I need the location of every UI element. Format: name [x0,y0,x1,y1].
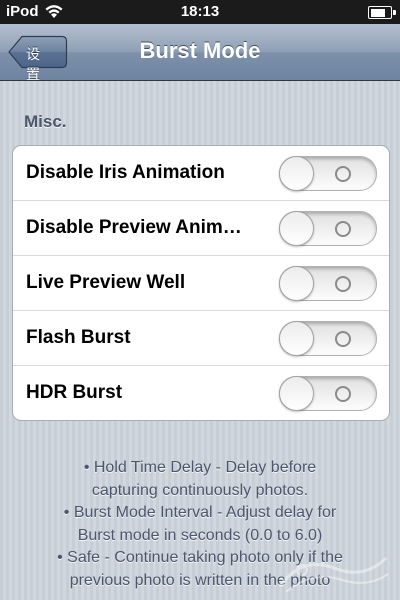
battery-level [370,8,385,17]
live-preview-well-switch[interactable] [279,266,377,301]
watermark-logo [278,556,389,593]
page-title: Burst Mode [139,38,261,63]
switch-knob [279,266,314,301]
settings-row: Disable Iris Animation [13,146,389,200]
row-label: HDR Burst [26,382,123,403]
switch-knob [279,156,314,191]
switch-knob [279,376,314,411]
row-label: Flash Burst [26,327,131,348]
row-label: Disable Iris Animation [26,162,225,183]
switch-knob [279,321,314,356]
disable-iris-animation-switch[interactable] [279,156,377,191]
footer-line: capturing continuously photos. [91,481,309,499]
switch-off-icon [335,166,351,182]
row-label: Live Preview Well [26,272,186,293]
footer-line: • Hold Time Delay - Delay before [83,459,317,476]
settings-row: HDR Burst [13,365,389,420]
switch-off-icon [335,386,351,402]
disable-preview-animation-switch[interactable] [279,211,377,246]
navigation-bar: 设置 Burst Mode [0,24,400,82]
clock: 18:13 [180,3,220,20]
footer-line: Burst mode in seconds (0.0 to 6.0) [77,526,323,544]
settings-group: Disable Iris Animation Disable Preview A… [12,145,390,421]
section-header: Misc. [24,112,67,131]
footer-line: • Burst Mode Interval - Adjust delay for [63,504,337,521]
switch-knob [279,211,314,246]
settings-row: Flash Burst [13,310,389,365]
hdr-burst-switch[interactable] [279,376,377,411]
battery-icon [368,6,396,19]
settings-row: Disable Preview Anim… [13,200,389,255]
switch-off-icon [335,221,351,237]
row-label: Disable Preview Anim… [26,217,242,238]
flash-burst-switch[interactable] [279,321,377,356]
status-bar: iPod 18:13 [0,0,400,24]
settings-row: Live Preview Well [13,255,389,310]
switch-off-icon [335,276,351,292]
switch-off-icon [335,331,351,347]
